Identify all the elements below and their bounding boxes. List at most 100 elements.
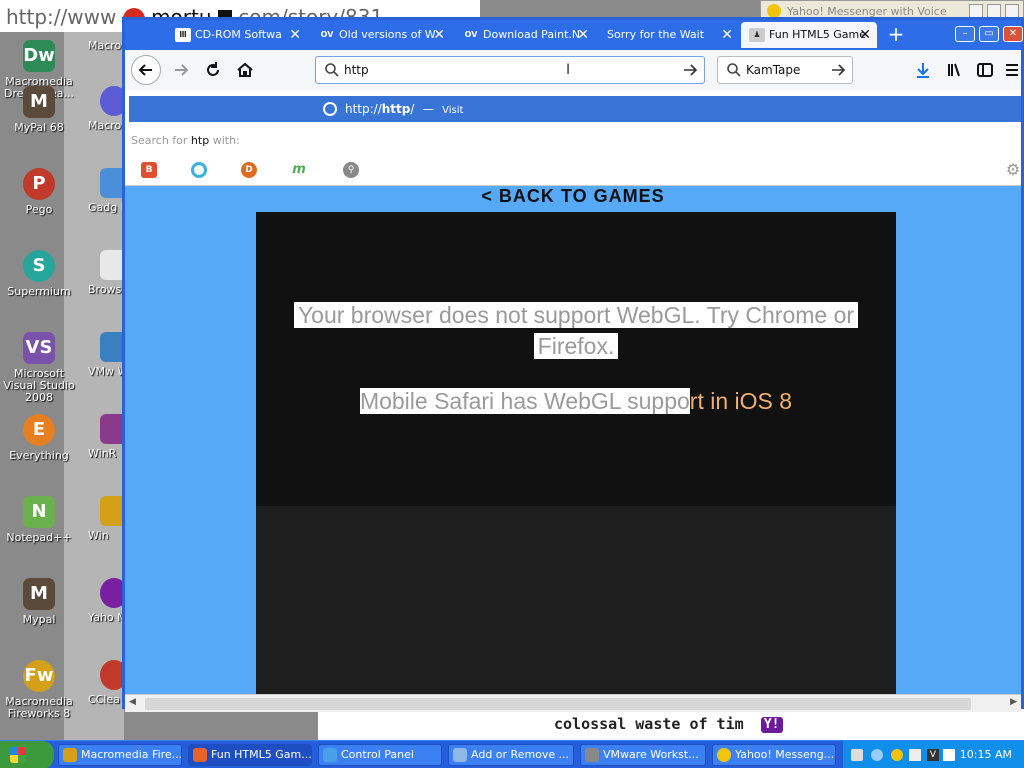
tray-info-icon[interactable]	[871, 749, 883, 761]
clock[interactable]: 10:15 AM	[960, 741, 1012, 768]
search-input[interactable]	[746, 61, 826, 79]
tab-download-paint[interactable]: OV Download Paint.N ✕	[455, 22, 595, 48]
system-tray: V 10:15 AM	[842, 741, 1024, 768]
back-to-games-link[interactable]: < BACK TO GAMES	[125, 186, 1021, 207]
tray-v-icon[interactable]: V	[927, 749, 939, 761]
library-button[interactable]	[941, 56, 969, 84]
suggestion-row-visit[interactable]: http://http/ — Visit	[129, 96, 1021, 122]
desktop-icon-mypal[interactable]: M Mypal	[0, 578, 78, 626]
desktop-icon-pego[interactable]: P Pego	[0, 168, 78, 216]
tray-display-icon[interactable]	[909, 749, 921, 761]
brave-engine-icon[interactable]: B	[141, 162, 157, 178]
home-button[interactable]	[231, 56, 259, 84]
forward-button[interactable]	[167, 56, 195, 84]
tab-fun-html5-games[interactable]: ♟ Fun HTML5 Game ✕	[741, 22, 877, 48]
horizontal-scrollbar[interactable]: ◀ ▶	[125, 694, 1021, 712]
ov-icon: OV	[319, 28, 335, 42]
visual-studio-icon: VS	[23, 332, 55, 364]
search-engine-icon[interactable]: ⚲	[343, 162, 359, 178]
task-vmware-workstation[interactable]: VMware Workst...	[580, 744, 706, 766]
museum-icon: Ⅲ	[175, 28, 191, 42]
close-icon[interactable]: ✕	[289, 22, 301, 48]
desktop-icon-label: Mypal	[22, 613, 56, 626]
close-button[interactable]	[1005, 4, 1019, 18]
close-button[interactable]: ✕	[1003, 26, 1023, 42]
downloads-button[interactable]	[909, 56, 937, 84]
minimize-button[interactable]	[969, 4, 983, 18]
add-remove-icon	[453, 748, 467, 762]
task-macromedia-fireworks[interactable]: Macromedia Fire...	[58, 744, 182, 766]
suggestion-url-prefix: http://http/	[345, 102, 415, 116]
search-bar[interactable]	[717, 56, 853, 84]
task-add-or-remove[interactable]: Add or Remove ...	[448, 744, 574, 766]
close-icon[interactable]: ✕	[859, 22, 871, 48]
task-label: Control Panel	[341, 748, 414, 761]
duckduckgo-engine-icon[interactable]: D	[241, 162, 257, 178]
tab-label: Download Paint.N	[483, 28, 581, 41]
background-url-text: http://www	[6, 5, 117, 29]
desktop-icon-supermium[interactable]: S Supermium	[0, 250, 78, 298]
desktop-icon-label: Notepad++	[6, 531, 72, 544]
tab-sorry-for-the-wait[interactable]: Sorry for the Wait ✕	[599, 22, 739, 48]
new-tab-button[interactable]: +	[885, 24, 907, 46]
start-button[interactable]	[0, 741, 54, 768]
globe-icon	[323, 102, 337, 116]
game-icon: ♟	[749, 28, 765, 42]
close-icon[interactable]: ✕	[433, 22, 445, 48]
scroll-right-icon[interactable]: ▶	[1010, 697, 1017, 707]
tab-label: CD-ROM Softwa	[195, 28, 282, 41]
game-canvas-area[interactable]: Your browser does not support WebGL. Try…	[256, 212, 896, 694]
background-document-text: colossal waste of tim	[554, 715, 744, 733]
task-fun-html5-games[interactable]: Fun HTML5 Gam...	[188, 744, 312, 766]
tray-volume-icon[interactable]	[943, 749, 955, 761]
maximize-button[interactable]: ▭	[979, 26, 999, 42]
search-for-label: Search for htp with:	[131, 134, 240, 147]
text-cursor-icon: I	[566, 62, 571, 78]
reload-button[interactable]	[199, 56, 227, 84]
mobile-safari-message: Mobile Safari has WebGL support in iOS 8	[256, 386, 896, 417]
task-yahoo-messenger[interactable]: Yahoo! Messeng...	[712, 744, 836, 766]
back-button[interactable]	[131, 55, 161, 85]
qwant-engine-icon[interactable]	[191, 162, 207, 178]
gear-icon[interactable]: ⚙	[1005, 162, 1021, 178]
menu-button[interactable]	[1001, 56, 1021, 84]
go-arrow-icon[interactable]	[682, 62, 698, 78]
home-icon	[237, 62, 253, 77]
task-label: VMware Workst...	[603, 748, 699, 761]
desktop-icon-everything[interactable]: E Everything	[0, 414, 78, 462]
sidebar-button[interactable]	[971, 56, 999, 84]
desktop-icon-label: MyPal 68	[14, 121, 64, 134]
tray-network-icon[interactable]	[851, 749, 863, 761]
url-bar[interactable]: I	[315, 56, 705, 84]
minimize-button[interactable]: –	[955, 26, 975, 42]
tab-cd-rom-software[interactable]: Ⅲ CD-ROM Softwa ✕	[167, 22, 307, 48]
mojeek-engine-icon[interactable]: m	[291, 162, 307, 178]
close-icon[interactable]: ✕	[577, 22, 589, 48]
tab-old-versions[interactable]: OV Old versions of W ✕	[311, 22, 451, 48]
scroll-left-icon[interactable]: ◀	[129, 697, 136, 707]
everything-icon: E	[23, 414, 55, 446]
desktop-icon-visual-studio[interactable]: VS Microsoft Visual Studio 2008	[0, 332, 78, 404]
maximize-button[interactable]	[987, 4, 1001, 18]
supermium-icon: S	[23, 250, 55, 282]
tray-smiley-icon[interactable]	[891, 749, 903, 761]
desktop-icon-fireworks[interactable]: Fw Macromedia Fireworks 8	[0, 660, 78, 720]
mobile-safari-rest-text: rt in iOS 8	[689, 388, 793, 414]
webgl-message-line1: Your browser does not support WebGL. Try…	[293, 302, 859, 328]
desktop-icon-mypal68[interactable]: M MyPal 68	[0, 86, 78, 134]
close-icon[interactable]: ✕	[721, 22, 733, 48]
reload-icon	[207, 62, 219, 76]
desktop-icon-notepadpp[interactable]: N Notepad++	[0, 496, 78, 544]
scrollbar-thumb[interactable]	[145, 698, 971, 710]
sidebar-icon	[977, 63, 993, 77]
tab-label: Sorry for the Wait	[607, 28, 705, 41]
search-icon	[727, 63, 741, 77]
go-arrow-icon[interactable]	[830, 62, 846, 78]
notepadpp-icon: N	[23, 496, 55, 528]
desktop-icon-label: Microsoft Visual Studio 2008	[3, 367, 75, 404]
task-control-panel[interactable]: Control Panel	[318, 744, 442, 766]
url-input[interactable]	[344, 61, 664, 79]
yahoo-icon: Y!	[760, 716, 783, 733]
mobile-safari-selected-text: Mobile Safari has WebGL suppo	[359, 388, 690, 414]
webgl-message-line2: Firefox.	[533, 333, 619, 359]
